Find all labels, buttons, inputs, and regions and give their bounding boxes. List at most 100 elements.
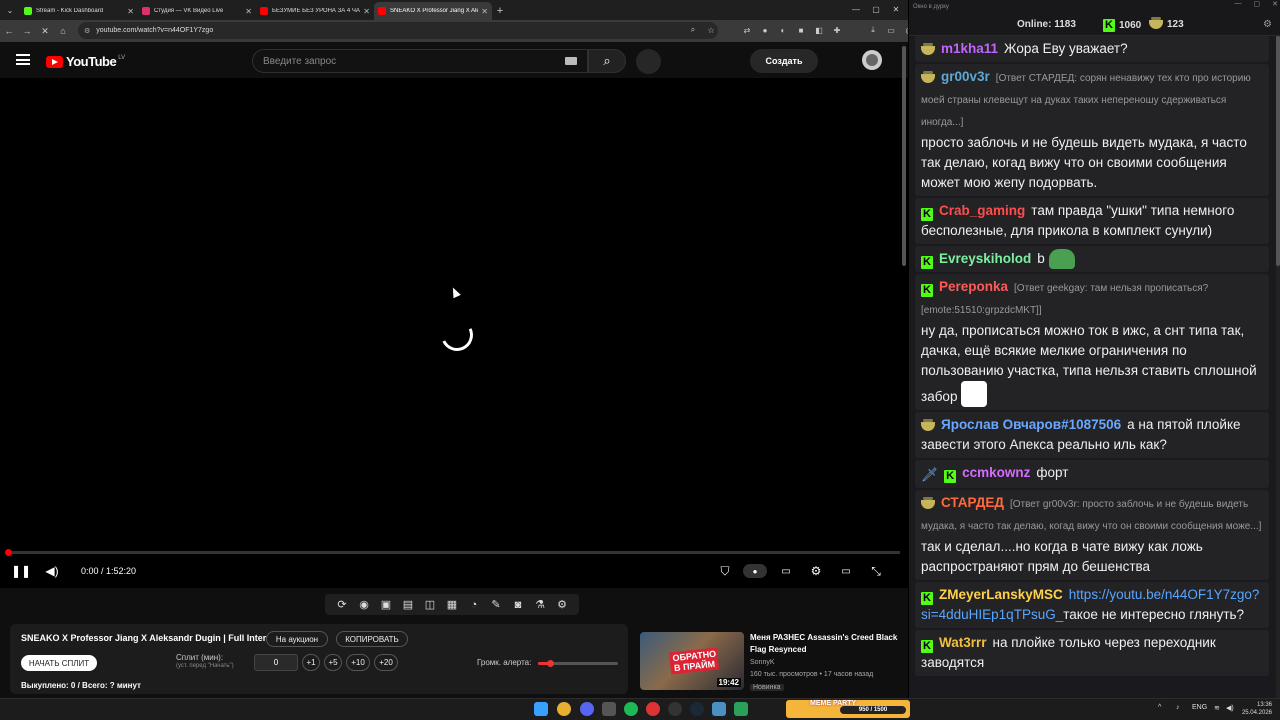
fullscreen-icon[interactable]: ⤡ (868, 564, 884, 578)
system-clock[interactable]: 13:36 25.04.2026 (1240, 701, 1272, 717)
chat-scrollbar[interactable] (1276, 36, 1280, 698)
screenshot-camera-icon[interactable]: ◙ (510, 599, 526, 611)
alert-volume-slider[interactable] (538, 660, 618, 667)
progress-bar[interactable] (8, 551, 900, 554)
auction-button[interactable]: На аукцион (266, 631, 328, 647)
add-20-button[interactable]: +20 (374, 654, 398, 671)
chat-username[interactable]: Evreyskiholod (939, 251, 1031, 266)
wifi-icon[interactable]: ≋ (1214, 704, 1220, 712)
chat-username[interactable]: gr00v3r (941, 69, 990, 84)
discord-icon[interactable] (580, 702, 594, 716)
back-icon[interactable]: ← (0, 22, 18, 40)
spotify-icon[interactable] (624, 702, 638, 716)
extension-settings-icon[interactable]: ⚙ (554, 598, 570, 611)
windows-start-icon[interactable] (534, 702, 548, 716)
sponsorblock-icon[interactable]: ⛉ (717, 564, 733, 578)
split-view-icon[interactable]: ▭ (884, 22, 898, 38)
chat-username[interactable]: m1kha11 (941, 41, 998, 56)
edit-icon[interactable]: ✎ (488, 598, 504, 611)
volume-icon[interactable]: ◀) (44, 564, 60, 578)
speaker-icon[interactable]: ◀) (1226, 704, 1234, 712)
close-window-icon[interactable]: ✕ (1272, 0, 1278, 8)
translate-icon[interactable]: ⇄ (740, 22, 754, 38)
zoom-icon[interactable]: ⌕ (686, 22, 700, 38)
chrome-icon[interactable] (557, 702, 571, 716)
chat-messages[interactable]: m1kha11 Жора Еву уважает? gr00v3r [Ответ СТ… (915, 36, 1269, 698)
close-window-icon[interactable]: ✕ (886, 2, 906, 16)
new-tab-button[interactable]: + (492, 2, 508, 20)
voice-search-button[interactable] (636, 49, 661, 74)
picture-in-picture-icon[interactable]: ◫ (422, 598, 438, 611)
tab-youtube-1[interactable]: БЕЗУМИЕ БЕЗ УРОНА ЗА 4 ЧА ✕ (256, 2, 374, 20)
film-icon[interactable]: ▤ (400, 598, 416, 611)
tab-search-icon[interactable]: ⌄ (0, 0, 20, 20)
close-tab-icon[interactable]: ✕ (363, 7, 370, 16)
app-icon[interactable] (734, 702, 748, 716)
forward-icon[interactable]: → (18, 22, 36, 40)
alert-volume-knob[interactable] (547, 660, 554, 667)
add-5-button[interactable]: +5 (324, 654, 342, 671)
download-icon[interactable]: ⤓ (866, 22, 880, 38)
video-thumbnail[interactable]: ОБРАТНО В ПРАЙМ 19:42 (640, 632, 744, 690)
speed-icon[interactable]: ◔ (466, 599, 482, 611)
add-10-button[interactable]: +10 (346, 654, 370, 671)
theater-mode-icon[interactable]: ▭ (838, 564, 854, 578)
start-split-button[interactable]: НАЧАТЬ СПЛИТ (21, 655, 97, 671)
chat-scrollbar-thumb[interactable] (1276, 36, 1280, 266)
page-scrollbar[interactable] (902, 46, 906, 266)
microphone-icon[interactable]: ♪ (1176, 704, 1180, 711)
tray-chevron-icon[interactable]: ^ (1158, 704, 1161, 711)
flask-icon[interactable]: ⚗ (532, 598, 548, 611)
tab-youtube-active[interactable]: SNEAKO X Professor Jiang X Ale ✕ (374, 2, 492, 20)
maximize-icon[interactable]: ▢ (1254, 0, 1261, 8)
chat-username[interactable]: Pereponka (939, 279, 1008, 294)
create-button[interactable]: Создать (750, 49, 818, 73)
minimize-icon[interactable]: — (846, 2, 866, 16)
bookmark-star-icon[interactable]: ☆ (704, 22, 718, 38)
settings-gear-icon[interactable]: ⚙ (808, 564, 824, 578)
chat-username[interactable]: Ярослав Овчаров#1087506 (941, 417, 1121, 432)
app-icon[interactable] (712, 702, 726, 716)
app-icon[interactable] (602, 702, 616, 716)
youtube-logo[interactable]: YouTube LV (46, 54, 125, 69)
split-minutes-input[interactable]: 0 (254, 654, 298, 671)
extension-icon[interactable]: ● (758, 22, 772, 38)
chat-settings-gear-icon[interactable]: ⚙ (1263, 19, 1272, 30)
obs-icon[interactable] (668, 702, 682, 716)
language-indicator[interactable]: ENG (1192, 704, 1207, 711)
loop-icon[interactable]: ⟳ (334, 598, 350, 611)
keyboard-icon[interactable] (565, 57, 577, 65)
avatar[interactable] (862, 50, 882, 70)
search-input[interactable]: Введите запрос (252, 49, 588, 73)
url-field[interactable]: ⚙ youtube.com/watch?v=n44OF1Y7zgo (78, 22, 718, 39)
copy-button[interactable]: КОПИРОВАТЬ (336, 631, 408, 647)
stop-loading-icon[interactable]: ✕ (36, 22, 54, 40)
close-tab-icon[interactable]: ✕ (481, 7, 488, 16)
cinema-icon[interactable]: ▣ (378, 598, 394, 611)
search-button[interactable]: ⌕ (588, 49, 626, 73)
chat-username[interactable]: Crab_gaming (939, 203, 1025, 218)
close-tab-icon[interactable]: ✕ (127, 7, 134, 16)
extension-icon[interactable]: ■ (794, 22, 808, 38)
chat-username[interactable]: СТАРДЕД (941, 495, 1004, 510)
profile-icon[interactable]: ◎ (902, 22, 909, 38)
frames-icon[interactable]: ▦ (444, 598, 460, 611)
chat-username[interactable]: Wat3rrr (939, 635, 987, 650)
tab-vk-studio[interactable]: Студия — VK Видео Live ✕ (138, 2, 256, 20)
pause-icon[interactable]: ❚❚ (11, 564, 31, 578)
close-tab-icon[interactable]: ✕ (245, 7, 252, 16)
maximize-icon[interactable]: ▢ (866, 2, 886, 16)
extension-icon[interactable]: ◧ (812, 22, 826, 38)
hamburger-menu-icon[interactable] (16, 54, 30, 65)
channel-name[interactable]: SonnyK (750, 659, 775, 666)
autoplay-toggle[interactable]: ● (743, 564, 767, 578)
home-icon[interactable]: ⌂ (54, 22, 72, 40)
tab-kick-dashboard[interactable]: Stream - Kick Dashboard ✕ (20, 2, 138, 20)
steam-icon[interactable] (690, 702, 704, 716)
subtitles-icon[interactable]: ▭ (778, 564, 794, 578)
minimize-icon[interactable]: — (1235, 0, 1242, 8)
chat-username[interactable]: ZMeyerLanskyMSC (939, 587, 1063, 602)
meme-party-widget[interactable]: MEME PARTY 950 / 1500 (786, 700, 910, 718)
recommended-video[interactable]: ОБРАТНО В ПРАЙМ 19:42 Меня РАЗНЕС Assass… (640, 632, 902, 694)
puzzle-icon[interactable]: ✚ (830, 22, 844, 38)
